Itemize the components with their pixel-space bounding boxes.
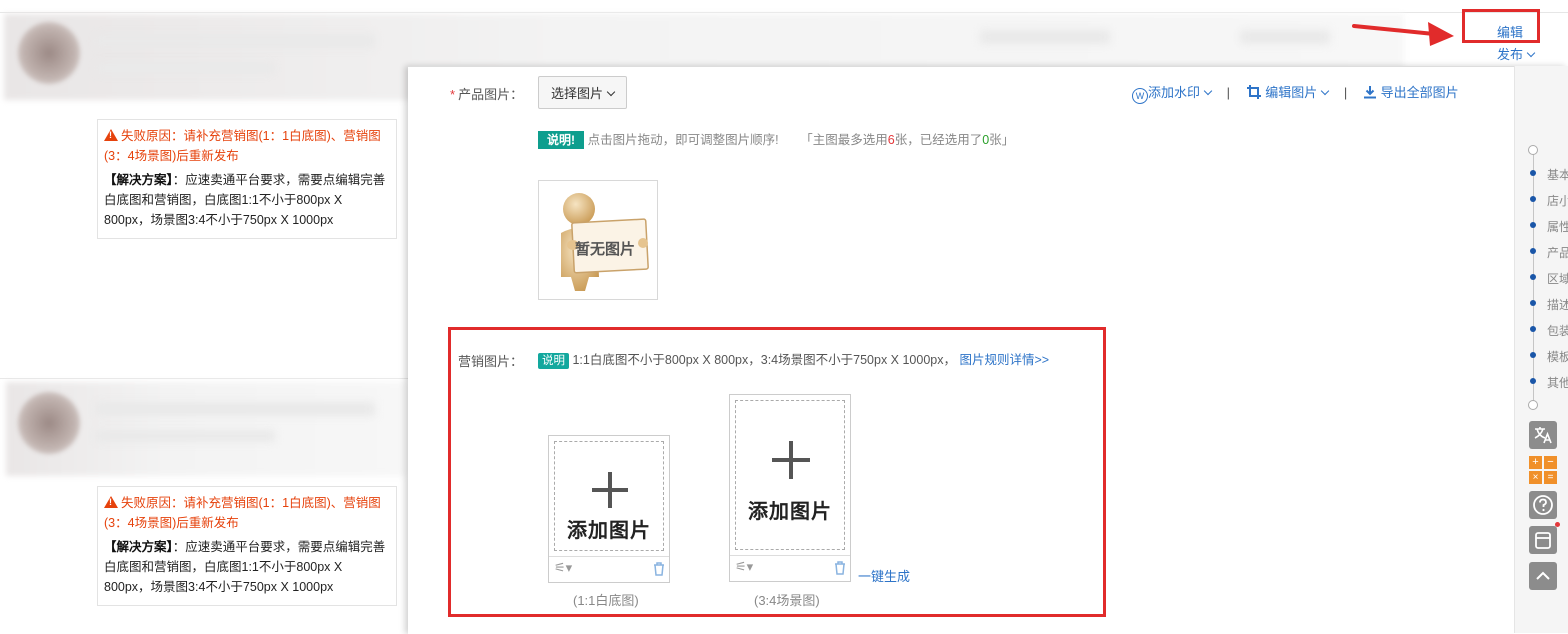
anchor-item-description[interactable]: 描述 <box>1547 296 1568 313</box>
select-image-button[interactable]: 选择图片 <box>538 76 628 109</box>
export-all-images-button[interactable]: 导出全部图片 <box>1363 85 1459 100</box>
watermark-icon: W <box>1132 88 1148 104</box>
uploader-toolbar: ⚟▾ <box>730 555 850 581</box>
anchor-dot-icon <box>1530 352 1536 358</box>
anchor-item-template[interactable]: 模板 <box>1547 348 1568 365</box>
product-thumbnail <box>18 22 80 84</box>
anchor-item-other[interactable]: 其他 <box>1547 374 1568 391</box>
product-thumbnail <box>18 392 80 454</box>
image-rules-link[interactable]: 图片规则详情>> <box>959 353 1049 367</box>
annotation-arrow-icon <box>1352 22 1454 46</box>
chevron-down-icon <box>606 87 616 97</box>
warning-icon <box>104 129 118 141</box>
solution: 【解决方案】：应速卖通平台要求，需要点编辑完善白底图和营销图，白底图1:1不小于… <box>104 540 386 594</box>
plus-icon <box>772 458 810 462</box>
placeholder-text: 暂无图片 <box>575 241 636 258</box>
anchor-item-attributes[interactable]: 属性 <box>1547 218 1568 235</box>
plus-icon <box>592 488 628 492</box>
anchor-item-basic[interactable]: 基本 <box>1547 166 1568 183</box>
anchor-item-region[interactable]: 区域 <box>1547 270 1568 287</box>
add-image-dropzone[interactable]: 添加图片 <box>554 441 664 551</box>
uploader-toolbar: ⚟▾ <box>549 556 669 582</box>
row-divider <box>0 378 408 379</box>
solution: 【解决方案】：应速卖通平台要求，需要点编辑完善白底图和营销图，白底图1:1不小于… <box>104 173 386 227</box>
failure-reason: 失败原因：请补充营销图(1：1白底图)、营销图(3：4场景图)后重新发布 <box>104 126 390 166</box>
tip-badge: 说明! <box>538 131 584 149</box>
edit-link[interactable]: 编辑 <box>1497 22 1523 41</box>
anchor-nav-start-icon <box>1528 145 1538 155</box>
crop-icon <box>1246 85 1261 99</box>
warning-icon <box>104 496 118 508</box>
anchor-dot-icon <box>1530 248 1536 254</box>
anchor-item-product[interactable]: 产品 <box>1547 244 1568 261</box>
image-toolbar: W 添加水印 | 编辑图片 | 导出全部图片 <box>1132 82 1459 104</box>
download-icon <box>1363 86 1376 99</box>
add-image-dropzone[interactable]: 添加图片 <box>735 400 845 550</box>
trash-icon[interactable] <box>834 561 846 575</box>
anchor-dot-icon <box>1530 170 1536 176</box>
chevron-down-icon <box>1526 48 1536 58</box>
image-count-text: 「主图最多选用6张，已经选用了0张」 <box>800 133 1015 147</box>
chevron-down-icon <box>1203 86 1213 96</box>
add-image-text: 添加图片 <box>748 501 832 523</box>
failure-notice: 失败原因：请补充营销图(1：1白底图)、营销图(3：4场景图)后重新发布 【解决… <box>97 486 397 606</box>
translate-icon[interactable] <box>1529 421 1557 449</box>
back-to-top-icon[interactable] <box>1529 562 1557 590</box>
edit-image-button[interactable]: 编辑图片 <box>1246 85 1332 100</box>
blurred-text <box>980 30 1110 44</box>
product-images-tip: 说明! 点击图片拖动，即可调整图片顺序! 「主图最多选用6张，已经选用了0张」 <box>538 129 1015 149</box>
anchor-item-store[interactable]: 店小 <box>1547 192 1568 209</box>
failure-reason: 失败原因：请补充营销图(1：1白底图)、营销图(3：4场景图)后重新发布 <box>104 493 390 533</box>
blurred-text <box>95 34 375 48</box>
calculator-icon[interactable]: + − × = <box>1529 456 1557 484</box>
marketing-description: 1:1白底图不小于800px X 800px，3:4场景图不小于750px X … <box>572 353 956 367</box>
anchor-dot-icon <box>1530 300 1536 306</box>
product-images-label: * 产品图片： <box>450 87 524 102</box>
toolbar-separator: | <box>1343 85 1348 100</box>
anchor-nav-end-icon <box>1528 400 1538 410</box>
top-divider <box>0 12 1568 13</box>
toolbar-separator: | <box>1226 85 1231 100</box>
add-image-text: 添加图片 <box>567 520 651 542</box>
anchor-dot-icon <box>1530 196 1536 202</box>
clipboard-icon[interactable] <box>1529 526 1557 554</box>
magic-wand-icon[interactable]: ⚟▾ <box>735 559 753 575</box>
help-icon[interactable] <box>1529 491 1557 519</box>
anchor-dot-icon <box>1530 274 1536 280</box>
blurred-text <box>1240 30 1330 44</box>
blurred-text <box>95 402 375 416</box>
notification-dot <box>1555 522 1560 527</box>
no-image-placeholder: 暂无图片 <box>538 180 658 300</box>
anchor-dot-icon <box>1530 222 1536 228</box>
chevron-down-icon <box>1321 86 1330 96</box>
trash-icon[interactable] <box>653 562 665 576</box>
publish-dropdown[interactable]: 发布 <box>1497 44 1536 63</box>
tip-badge: 说明 <box>538 353 569 369</box>
caption-white-background: (1:1白底图) <box>573 593 639 608</box>
failure-notice: 失败原因：请补充营销图(1：1白底图)、营销图(3：4场景图)后重新发布 【解决… <box>97 119 397 239</box>
blurred-text <box>95 430 275 442</box>
anchor-item-package[interactable]: 包装 <box>1547 322 1568 339</box>
one-click-generate-link[interactable]: 一键生成 <box>858 566 910 585</box>
magic-wand-icon[interactable]: ⚟▾ <box>554 560 572 576</box>
anchor-dot-icon <box>1530 378 1536 384</box>
caption-scene-image: (3:4场景图) <box>754 593 820 608</box>
blurred-text <box>95 62 275 74</box>
upload-white-background[interactable]: 添加图片 ⚟▾ <box>548 435 670 583</box>
marketing-images-tip: 说明 1:1白底图不小于800px X 800px，3:4场景图不小于750px… <box>538 349 1049 369</box>
marketing-images-label: 营销图片： <box>458 354 524 369</box>
anchor-dot-icon <box>1530 326 1536 332</box>
upload-scene-image[interactable]: 添加图片 ⚟▾ <box>729 394 851 582</box>
add-watermark-button[interactable]: W 添加水印 <box>1132 85 1215 104</box>
tip-text: 点击图片拖动，即可调整图片顺序! <box>587 133 779 147</box>
